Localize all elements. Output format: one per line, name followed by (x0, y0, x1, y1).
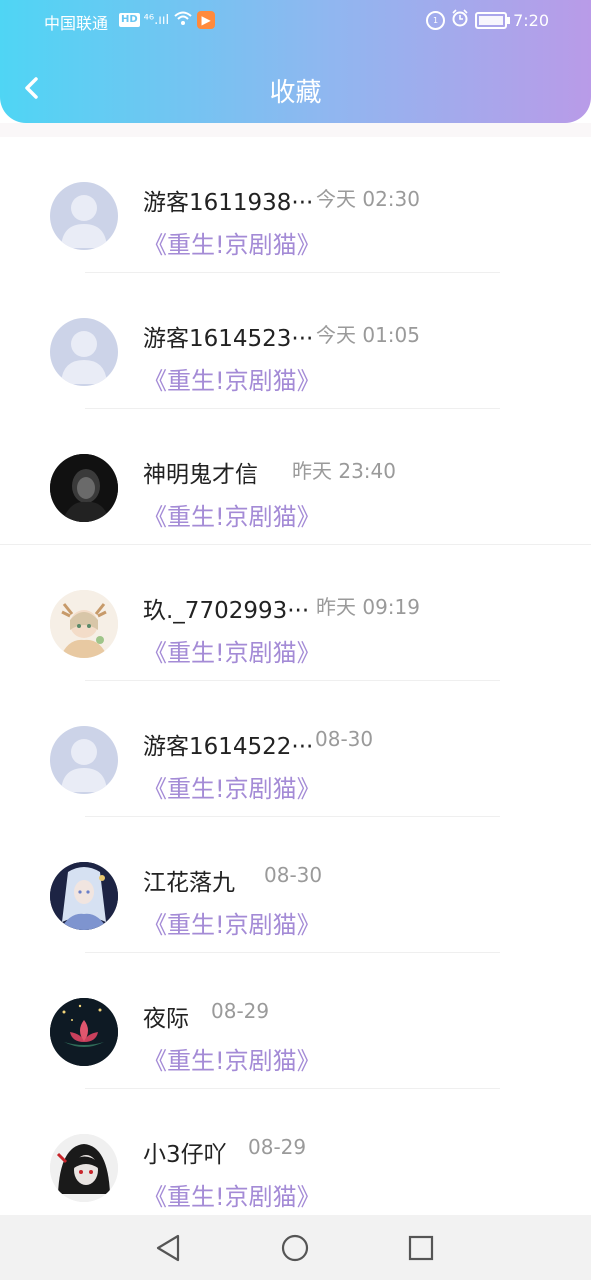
signal-icon: ⁴⁶.ııl (143, 12, 170, 28)
list-item[interactable]: 玖._7702993··· 昨天 09:19 《重生!京剧猫》 (0, 545, 591, 681)
favorite-time: 今天 02:30 (316, 187, 420, 211)
hd-icon: HD (119, 13, 140, 27)
system-nav-bar (0, 1215, 591, 1280)
home-circle-icon (281, 1234, 309, 1262)
nav-back-button[interactable] (152, 1231, 186, 1265)
user-name[interactable]: 游客1611938··· (143, 183, 313, 217)
work-title[interactable]: 《重生!京剧猫》 (143, 633, 321, 668)
user-name[interactable]: 小3仔吖 (143, 1135, 227, 1169)
work-title[interactable]: 《重生!京剧猫》 (143, 225, 321, 260)
user-avatar-image (50, 862, 118, 930)
list-item[interactable]: 小3仔吖 08-29 《重生!京剧猫》 (0, 1089, 591, 1215)
favorite-time: 昨天 09:19 (316, 595, 420, 619)
avatar[interactable] (50, 182, 118, 250)
favorite-time: 08-29 (248, 1135, 307, 1159)
list-item[interactable]: 夜际 08-29 《重生!京剧猫》 (0, 953, 591, 1089)
user-name[interactable]: 游客1614523··· (143, 319, 313, 353)
default-avatar-icon (61, 331, 107, 384)
clock: 7:20 (513, 10, 549, 30)
favorites-list: 游客1611938··· 今天 02:30 《重生!京剧猫》 游客1614523… (0, 137, 591, 1215)
nav-recents-button[interactable] (404, 1231, 438, 1265)
list-item[interactable]: 游客1614522··· 08-30 《重生!京剧猫》 (0, 681, 591, 817)
list-item[interactable]: 神明鬼才信 昨天 23:40 《重生!京剧猫》 (0, 409, 591, 545)
header-bar: 中国联通 HD ⁴⁶.ııl ▶ 1 7:20 收藏 (0, 0, 591, 123)
user-avatar-image (50, 998, 118, 1066)
data-saver-icon: 1 (426, 10, 446, 30)
work-title[interactable]: 《重生!京剧猫》 (143, 1177, 321, 1212)
work-title[interactable]: 《重生!京剧猫》 (143, 361, 321, 396)
work-title[interactable]: 《重生!京剧猫》 (143, 769, 321, 804)
avatar[interactable] (50, 998, 118, 1066)
avatar[interactable] (50, 862, 118, 930)
recents-square-icon (408, 1235, 434, 1261)
default-avatar-icon (61, 195, 107, 248)
work-title[interactable]: 《重生!京剧猫》 (143, 1041, 321, 1076)
user-name[interactable]: 夜际 (143, 999, 189, 1033)
status-bar: 中国联通 HD ⁴⁶.ııl ▶ 1 7:20 (0, 8, 591, 34)
favorite-time: 昨天 23:40 (292, 459, 396, 483)
back-triangle-icon (156, 1234, 180, 1262)
avatar[interactable] (50, 318, 118, 386)
work-title[interactable]: 《重生!京剧猫》 (143, 905, 321, 940)
favorite-time: 08-30 (315, 727, 374, 751)
list-item[interactable]: 江花落九 08-30 《重生!京剧猫》 (0, 817, 591, 953)
user-avatar-image (50, 454, 118, 522)
user-name[interactable]: 游客1614522··· (143, 727, 313, 761)
avatar[interactable] (50, 726, 118, 794)
list-item[interactable]: 游客1611938··· 今天 02:30 《重生!京剧猫》 (0, 137, 591, 273)
user-avatar-image (50, 1134, 118, 1202)
nav-home-button[interactable] (278, 1231, 312, 1265)
list-item[interactable]: 游客1614523··· 今天 01:05 《重生!京剧猫》 (0, 273, 591, 409)
avatar[interactable] (50, 1134, 118, 1202)
app-notification-icon: ▶ (197, 11, 216, 29)
wifi-icon (173, 10, 193, 30)
avatar[interactable] (50, 590, 118, 658)
user-name[interactable]: 神明鬼才信 (143, 455, 258, 489)
carrier-label: 中国联通 (44, 14, 109, 33)
avatar[interactable] (50, 454, 118, 522)
user-name[interactable]: 江花落九 (143, 863, 235, 897)
favorite-time: 今天 01:05 (316, 323, 420, 347)
alarm-icon (451, 9, 469, 31)
battery-icon (475, 11, 511, 29)
user-name[interactable]: 玖._7702993··· (143, 591, 309, 625)
work-title[interactable]: 《重生!京剧猫》 (143, 497, 321, 532)
user-avatar-image (50, 590, 118, 658)
header-gap (0, 123, 591, 137)
page-title: 收藏 (269, 78, 322, 108)
favorite-time: 08-29 (211, 999, 270, 1023)
favorite-time: 08-30 (264, 863, 323, 887)
default-avatar-icon (61, 739, 107, 792)
